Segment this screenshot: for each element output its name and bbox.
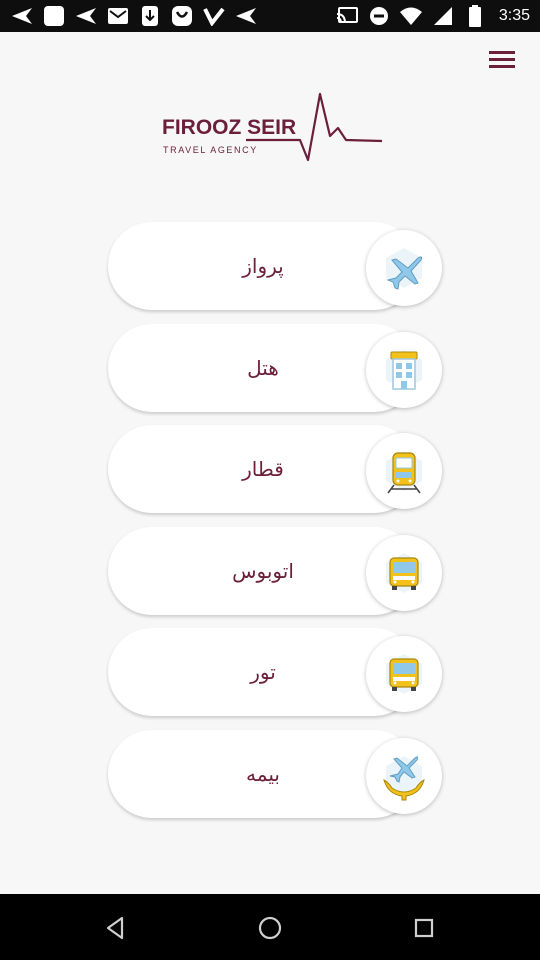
- notification-icons: [10, 4, 258, 28]
- back-icon[interactable]: [102, 914, 130, 942]
- hotel-icon: [366, 331, 442, 408]
- train-icon: [366, 433, 442, 509]
- airplane-icon: [366, 230, 442, 306]
- battery-icon: [463, 4, 487, 28]
- home-icon[interactable]: [256, 914, 284, 942]
- service-tour-button[interactable]: تور: [108, 628, 442, 716]
- gmail-icon: [106, 4, 130, 28]
- bus-icon: [366, 534, 442, 611]
- cast-icon: [335, 4, 359, 28]
- logo-name: FIROOZ SEIR: [162, 116, 296, 139]
- tour-bus-icon: [366, 636, 442, 712]
- send-icon: [10, 4, 34, 28]
- service-list: پرواز هتل قطار اتوبوس تور بیمه: [108, 222, 448, 831]
- system-icons: 3:35: [335, 4, 530, 28]
- status-bar: 3:35: [0, 0, 540, 32]
- navigation-bar: [0, 894, 540, 960]
- send-icon: [74, 4, 98, 28]
- download-icon: [138, 4, 162, 28]
- recents-icon[interactable]: [410, 914, 438, 942]
- dnd-icon: [367, 4, 391, 28]
- send-icon: [234, 4, 258, 28]
- app-icon: [170, 4, 194, 28]
- app-icon: [42, 4, 66, 28]
- service-train-button[interactable]: قطار: [108, 425, 442, 513]
- insurance-icon: [366, 737, 442, 814]
- clock: 3:35: [498, 7, 530, 24]
- service-insurance-button[interactable]: بیمه: [108, 729, 442, 818]
- hamburger-icon[interactable]: [486, 46, 518, 74]
- signal-icon: [431, 4, 455, 28]
- service-bus-button[interactable]: اتوبوس: [108, 526, 442, 615]
- firooz-seir-logo: FIROOZ SEIR TRAVEL AGENCY: [160, 86, 386, 168]
- check-icon: [202, 4, 226, 28]
- service-hotel-button[interactable]: هتل: [108, 323, 442, 412]
- wifi-icon: [399, 4, 423, 28]
- service-flight-button[interactable]: پرواز: [108, 222, 442, 310]
- logo-tagline: TRAVEL AGENCY: [163, 145, 258, 155]
